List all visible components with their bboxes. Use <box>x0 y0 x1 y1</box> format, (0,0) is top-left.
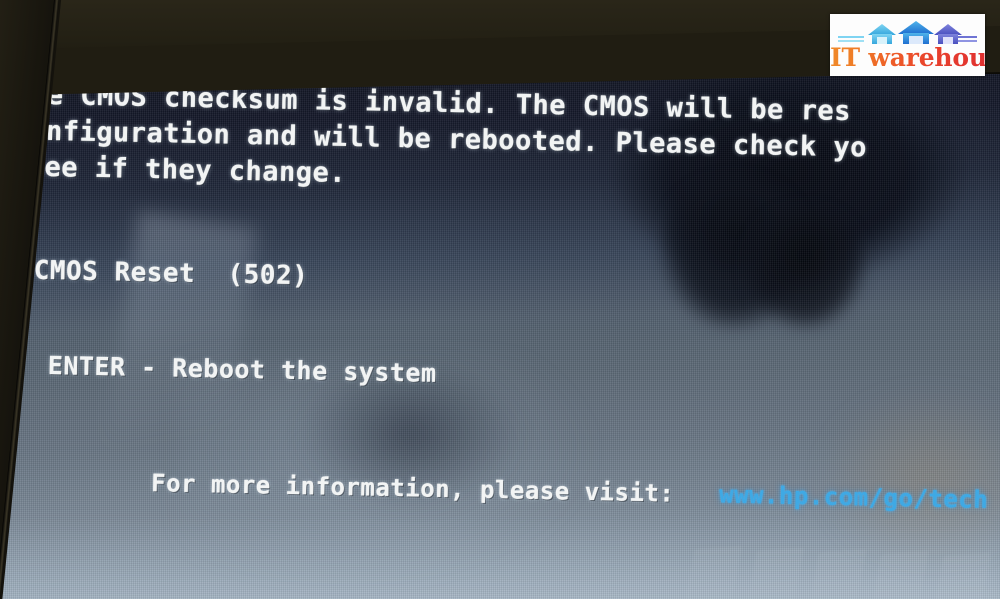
support-url-link[interactable]: www.hp.com/go/tech <box>719 481 989 514</box>
error-code-label: CMOS Reset (502) <box>33 255 309 292</box>
watermark-label: IT warehouse <box>830 43 985 72</box>
bios-message-text: The CMOS checksum is invalid. The CMOS w… <box>0 58 1000 599</box>
screenshot-root: The CMOS checksum is invalid. The CMOS w… <box>0 0 1000 599</box>
footer-info-line: For more information, please visit: www.… <box>61 439 989 542</box>
it-warehouse-watermark: IT warehouse <box>830 14 985 76</box>
enter-reboot-option[interactable]: ENTER - Reboot the system <box>48 351 437 388</box>
footer-prefix-label: For more information, please visit: <box>150 469 675 508</box>
message-line-3: see if they change. <box>27 151 347 189</box>
